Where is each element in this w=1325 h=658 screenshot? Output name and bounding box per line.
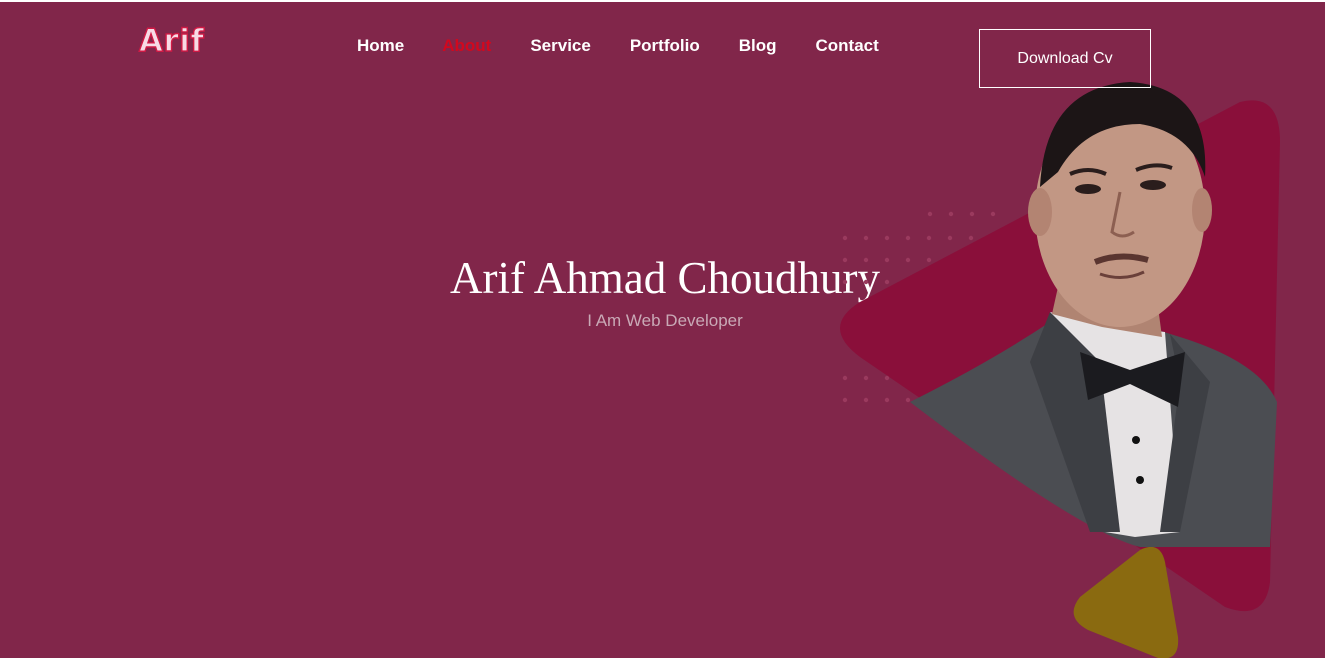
decor-triangle-yellow [1073, 547, 1179, 658]
download-cv-button[interactable]: Download Cv [979, 29, 1151, 88]
profile-photo [910, 82, 1277, 547]
hero-section: Arif Home About Service Portfolio Blog C… [0, 2, 1325, 658]
